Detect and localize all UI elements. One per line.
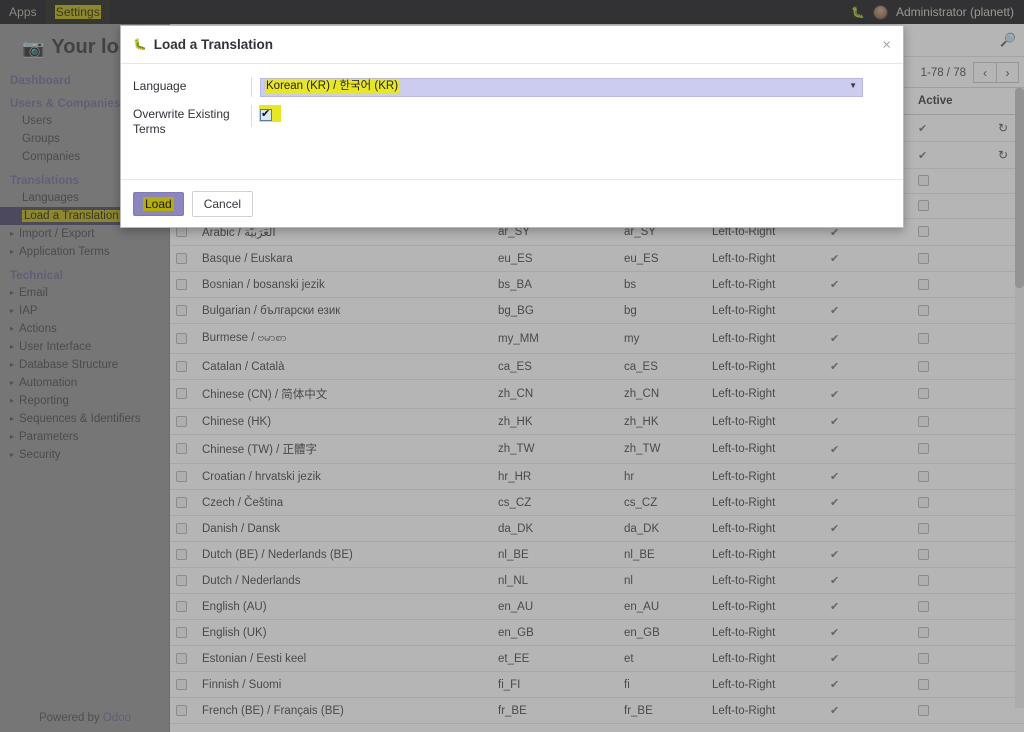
cancel-button[interactable]: Cancel — [191, 190, 254, 217]
close-icon[interactable]: × — [882, 37, 891, 52]
load-button[interactable]: Load — [133, 191, 184, 216]
app-root: 🔍 1-78 / 78 ‹ › Active ✔ ↻ ✔ ↻ Arabic / … — [0, 0, 1024, 732]
dialog-header: 🐛 Load a Translation × — [121, 26, 903, 64]
language-field: Korean (KR) / 한국어 (KR) Korean (KR) / 한국어… — [251, 77, 891, 97]
overwrite-checkbox-wrap — [259, 104, 281, 127]
overwrite-row: Overwrite Existing Terms — [121, 104, 903, 137]
dialog-footer: Load Cancel — [121, 179, 903, 227]
language-select-wrap: Korean (KR) / 한국어 (KR) Korean (KR) / 한국어… — [260, 77, 863, 97]
language-select[interactable]: Korean (KR) / 한국어 (KR) — [260, 77, 863, 97]
overwrite-label: Overwrite Existing Terms — [133, 106, 230, 136]
load-translation-dialog: 🐛 Load a Translation × Language Korean (… — [120, 25, 904, 228]
language-label: Language — [133, 79, 187, 93]
bug-icon: 🐛 — [133, 39, 147, 51]
dialog-title: Load a Translation — [153, 37, 273, 52]
load-button-label: Load — [143, 196, 174, 211]
dialog-body: Language Korean (KR) / 한국어 (KR) Korean (… — [121, 64, 903, 179]
overwrite-existing-terms-checkbox[interactable] — [260, 107, 272, 122]
overwrite-field — [251, 104, 891, 127]
language-row: Language Korean (KR) / 한국어 (KR) Korean (… — [121, 77, 903, 97]
